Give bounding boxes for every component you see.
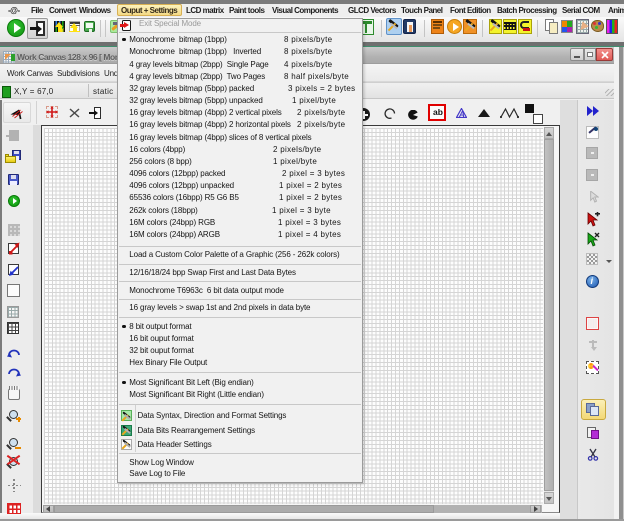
svg-text:A: A [458, 110, 465, 118]
